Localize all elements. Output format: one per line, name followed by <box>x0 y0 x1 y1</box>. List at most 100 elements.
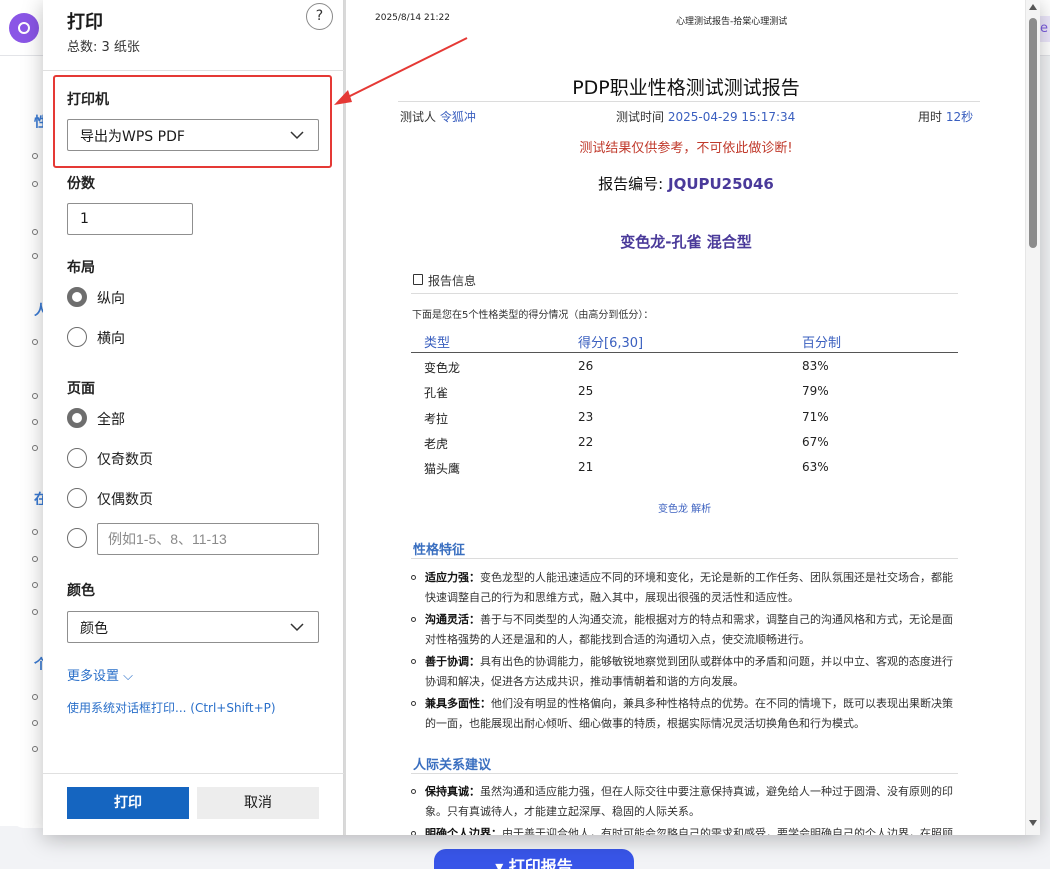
time-value: 2025-04-29 15:17:34 <box>667 110 796 124</box>
clipboard-icon <box>413 274 423 285</box>
preview-scrollbar[interactable] <box>1025 0 1040 835</box>
table-header-type: 类型 <box>424 336 451 351</box>
radio-label: 纵向 <box>97 291 125 307</box>
bullet-icon <box>411 789 416 794</box>
color-value: 颜色 <box>80 621 108 637</box>
table-cell: 21 <box>578 460 594 474</box>
chevron-down-icon <box>290 623 304 632</box>
report-title: PDP职业性格测试测试报告 <box>572 77 800 99</box>
table-cell: 22 <box>578 435 594 449</box>
system-dialog-link[interactable]: 使用系统对话框打印... (Ctrl+Shift+P) <box>67 699 276 716</box>
table-cell: 83% <box>802 359 829 373</box>
bullet-icon <box>411 831 416 835</box>
bullet-icon <box>411 659 416 664</box>
bullet-icon <box>32 229 38 235</box>
radio-label: 横向 <box>97 331 125 347</box>
duration-label: 用时 <box>918 110 943 124</box>
preview-page: 2025/8/14 21:22 心理测试报告-拾棠心理测试 PDP职业性格测试测… <box>346 0 1026 835</box>
layout-label: 布局 <box>67 260 95 276</box>
bullet-icon <box>411 575 416 580</box>
bullet-icon <box>32 694 38 700</box>
table-cell: 26 <box>578 359 594 373</box>
radio-label: 仅偶数页 <box>97 492 153 508</box>
radio-unchecked-icon[interactable] <box>67 488 87 508</box>
bullet-icon <box>411 701 416 706</box>
list-item: 善于协调：具有出色的协调能力，能够敏锐地察觉到团队或群体中的矛盾和问题，并以中立… <box>411 652 960 692</box>
radio-checked-icon[interactable] <box>67 408 87 428</box>
table-header-percent: 百分制 <box>802 336 842 351</box>
bullet-icon <box>32 609 38 615</box>
table-cell: 79% <box>802 384 829 398</box>
scroll-down-icon[interactable] <box>1029 820 1037 826</box>
divider <box>43 773 344 774</box>
disclaimer: 测试结果仅供参考，不可依此做诊断! <box>579 141 793 156</box>
bullet-icon <box>32 253 38 259</box>
print-preview[interactable]: 2025/8/14 21:22 心理测试报告-拾棠心理测试 PDP职业性格测试测… <box>344 0 1040 835</box>
scroll-thumb[interactable] <box>1029 18 1037 248</box>
bullet-icon <box>32 419 38 425</box>
printer-highlight-box <box>53 75 332 168</box>
report-code-label: 报告编号: <box>598 175 664 193</box>
bullet-icon <box>32 529 38 535</box>
test-time-info: 测试时间 2025-04-29 15:17:34 <box>616 108 795 125</box>
section-report-info: 报告信息 <box>428 274 477 288</box>
table-cell: 老虎 <box>424 437 449 451</box>
pages-label: 页面 <box>67 381 95 397</box>
divider <box>411 773 958 774</box>
cancel-button[interactable]: 取消 <box>197 787 319 819</box>
more-settings-link[interactable]: 更多设置 ⌵ <box>67 665 133 684</box>
bullet-icon <box>411 617 416 622</box>
bullet-icon <box>32 339 38 345</box>
radio-unchecked-icon[interactable] <box>67 327 87 347</box>
table-cell: 考拉 <box>424 412 449 426</box>
print-button[interactable]: 打印 <box>67 787 189 819</box>
table-header-line <box>411 352 958 353</box>
time-label: 测试时间 <box>616 110 665 124</box>
report-code: 报告编号: JQUPU25046 <box>586 173 786 194</box>
copies-input[interactable]: 1 <box>67 203 193 235</box>
print-report-button[interactable]: ▾ 打印报告 <box>434 849 634 869</box>
list-item: 适应力强：变色龙型的人能迅速适应不同的环境和变化，无论是新的工作任务、团队氛围还… <box>411 568 960 608</box>
tester-value: 令狐冲 <box>439 110 476 124</box>
tester-label: 测试人 <box>400 110 437 124</box>
sheet-count: 总数: 3 纸张 <box>67 40 140 55</box>
color-label: 颜色 <box>67 583 95 599</box>
divider <box>411 293 958 294</box>
annotation-arrow-icon <box>334 37 468 105</box>
list-item: 明确个人边界：由于善于迎合他人，有时可能会忽略自己的需求和感受，要学会明确自己的… <box>411 824 960 835</box>
radio-unchecked-icon[interactable] <box>67 528 87 548</box>
score-intro: 下面是您在5个性格类型的得分情况（由高分到低分）： <box>412 310 654 321</box>
list-item: 沟通灵活：善于与不同类型的人沟通交流，能根据对方的特点和需求，调整自己的沟通风格… <box>411 610 960 650</box>
table-cell: 23 <box>578 410 594 424</box>
section-relations: 人际关系建议 <box>413 758 492 773</box>
tester-info: 测试人 令狐冲 <box>400 108 476 125</box>
bullet-icon <box>32 153 38 159</box>
page-range-input[interactable] <box>97 523 319 555</box>
color-select[interactable]: 颜色 <box>67 611 319 643</box>
table-cell: 孔雀 <box>424 386 449 400</box>
bullet-icon <box>32 556 38 562</box>
table-cell: 63% <box>802 460 829 474</box>
bullet-icon <box>32 582 38 588</box>
radio-label: 仅奇数页 <box>97 452 153 468</box>
scroll-up-icon[interactable] <box>1029 4 1037 10</box>
app-logo-icon <box>9 13 39 43</box>
divider <box>43 70 344 71</box>
analysis-link: 变色龙 解析 <box>658 504 712 515</box>
radio-label: 全部 <box>97 412 125 428</box>
list-item: 兼具多面性：他们没有明显的性格偏向，兼具多种性格特点的优势。在不同的情境下，既可… <box>411 694 960 734</box>
help-button[interactable]: ? <box>306 3 333 30</box>
background-left-column: 性 人 在 个 <box>0 56 44 826</box>
table-cell: 变色龙 <box>424 361 461 375</box>
radio-unchecked-icon[interactable] <box>67 448 87 468</box>
page-header-date: 2025/8/14 21:22 <box>375 13 450 23</box>
result-type: 变色龙-孔雀 混合型 <box>620 233 752 251</box>
divider <box>411 558 958 559</box>
bullet-icon <box>32 445 38 451</box>
duration-value: 12秒 <box>945 110 974 124</box>
bullet-icon <box>32 181 38 187</box>
divider <box>398 101 980 102</box>
report-code-value: JQUPU25046 <box>667 175 774 193</box>
table-cell: 71% <box>802 410 829 424</box>
radio-checked-icon[interactable] <box>67 287 87 307</box>
